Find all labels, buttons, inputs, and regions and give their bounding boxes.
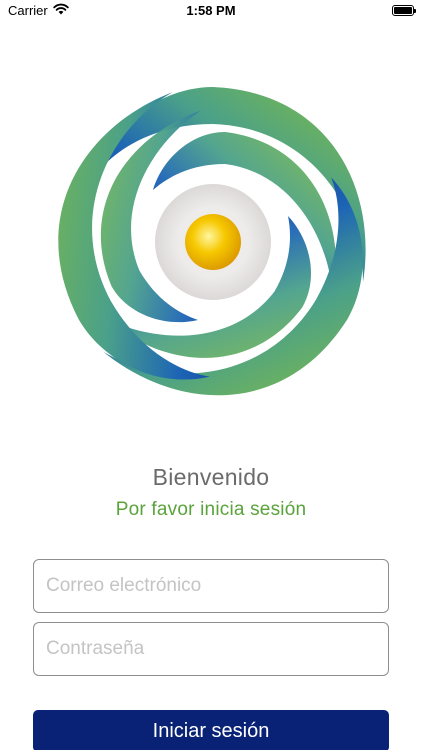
password-field[interactable] [33,622,389,676]
status-time: 1:58 PM [186,3,236,18]
swirl-sun-logo-icon [58,87,366,396]
battery-icon [392,5,416,16]
welcome-title: Bienvenido [152,464,270,490]
welcome-subtitle: Por favor inicia sesión [115,499,307,520]
status-bar: Carrier 1:58 PM [0,0,422,22]
email-field[interactable] [33,559,389,613]
login-button[interactable]: Iniciar sesión [33,710,389,750]
login-screen: Carrier 1:58 PM Bienvenido Por favor ini… [0,0,422,750]
